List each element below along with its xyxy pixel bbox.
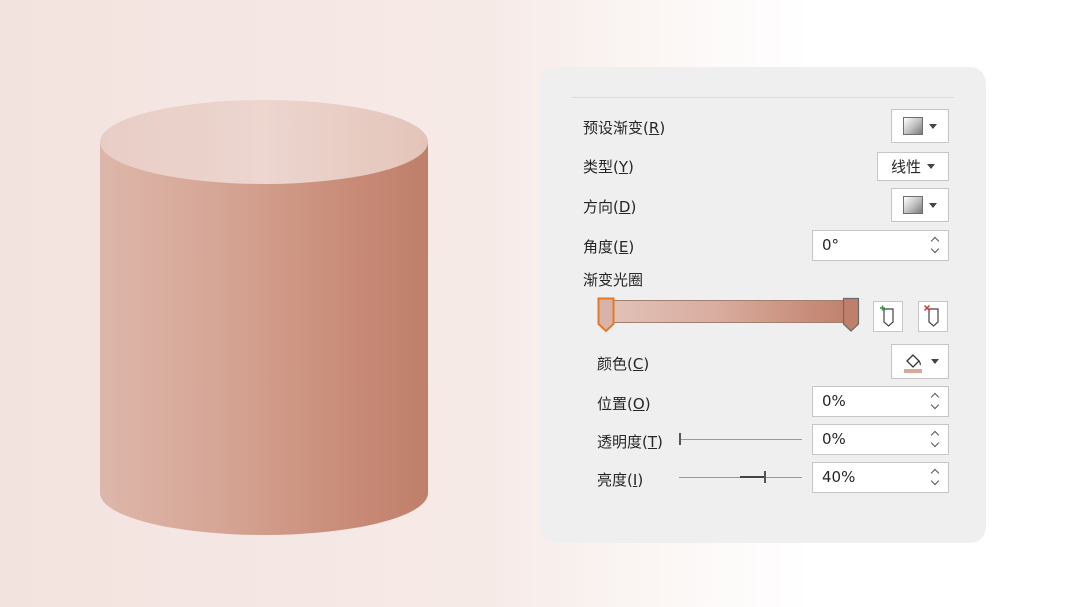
transparency-slider[interactable]: [679, 439, 802, 440]
add-gradient-stop-icon: [880, 305, 894, 327]
chevron-down-icon: [927, 164, 935, 169]
transparency-spinner[interactable]: 0%: [812, 424, 949, 455]
chevron-down-icon: [929, 123, 937, 129]
brightness-slider-thumb[interactable]: [764, 471, 767, 483]
brightness-spinner[interactable]: 40%: [812, 462, 949, 493]
gradient-stops-label: 渐变光圈: [583, 271, 644, 289]
position-spinner[interactable]: 0%: [812, 386, 949, 417]
chevron-down-icon[interactable]: [930, 438, 940, 448]
chevron-down-icon: [929, 202, 937, 208]
transparency-slider-thumb[interactable]: [679, 433, 681, 445]
add-gradient-stop-button[interactable]: [873, 301, 903, 332]
brightness-label: 亮度(I): [597, 471, 644, 489]
cylinder-top: [100, 100, 428, 184]
direction-label: 方向(D): [583, 198, 637, 216]
spinner-arrows[interactable]: [930, 234, 942, 258]
chevron-down-icon: [931, 359, 939, 364]
type-dropdown[interactable]: 线性: [877, 152, 949, 181]
direction-dropdown[interactable]: [891, 188, 949, 222]
brightness-slider-fill: [740, 476, 766, 478]
color-label: 颜色(C): [597, 355, 650, 373]
type-label: 类型(Y): [583, 158, 634, 176]
chevron-down-icon[interactable]: [930, 476, 940, 486]
chevron-down-icon[interactable]: [930, 244, 940, 254]
preset-gradient-dropdown[interactable]: [891, 109, 949, 143]
brightness-input[interactable]: 40%: [822, 468, 855, 486]
gradient-cylinder-shape[interactable]: [96, 97, 432, 539]
gradient-stop-1[interactable]: [842, 297, 860, 333]
panel-divider: [572, 97, 954, 98]
angle-input[interactable]: 0°: [822, 236, 839, 254]
spinner-arrows[interactable]: [930, 466, 942, 490]
chevron-down-icon[interactable]: [930, 400, 940, 410]
position-label: 位置(O): [597, 395, 651, 413]
position-input[interactable]: 0%: [822, 392, 846, 410]
preset-gradient-label: 预设渐变(R): [583, 119, 666, 137]
gradient-stops-bar[interactable]: [600, 300, 855, 323]
cylinder-body: [100, 143, 428, 535]
type-value: 线性: [890, 158, 921, 176]
remove-gradient-stop-icon: [923, 304, 939, 327]
transparency-input[interactable]: 0%: [822, 430, 846, 448]
gradient-stop-0[interactable]: [597, 297, 615, 333]
spinner-arrows[interactable]: [930, 428, 942, 452]
gradient-direction-icon: [903, 196, 923, 214]
angle-label: 角度(E): [583, 238, 635, 256]
spinner-arrows[interactable]: [930, 390, 942, 414]
paint-bucket-icon: [904, 353, 922, 373]
gradient-swatch-icon: [903, 117, 923, 135]
angle-spinner[interactable]: 0°: [812, 230, 949, 261]
transparency-label: 透明度(T): [597, 433, 663, 451]
color-dropdown[interactable]: [891, 344, 949, 379]
remove-gradient-stop-button[interactable]: [918, 301, 948, 332]
